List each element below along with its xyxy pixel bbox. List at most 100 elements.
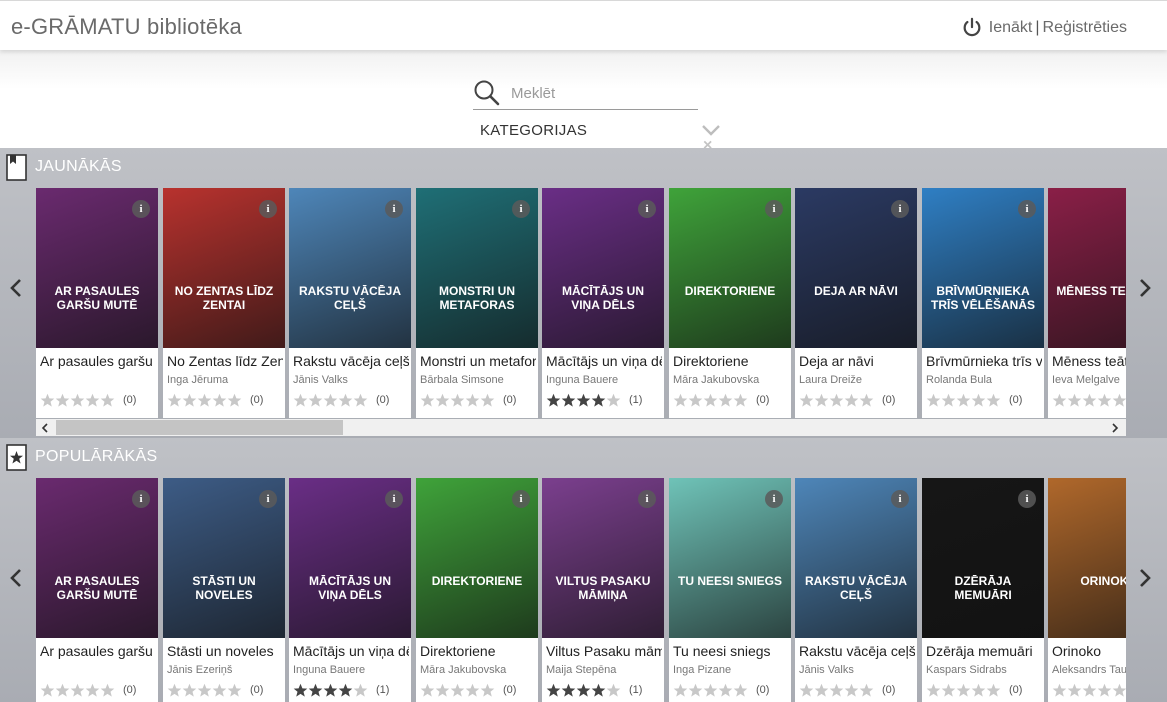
star-icon[interactable] bbox=[1052, 393, 1067, 408]
star-icon[interactable] bbox=[323, 683, 338, 698]
book-card[interactable]: VILTUS PASAKU MĀMIŅA i Viltus Pasaku māmiņ… bbox=[542, 478, 664, 702]
book-cover[interactable]: AR PASAULES GARŠU MUTĒ i bbox=[36, 188, 158, 348]
star-icon[interactable] bbox=[971, 393, 986, 408]
book-card[interactable]: AR PASAULES GARŠU MUTĒ i Ar pasaules garšu… bbox=[36, 188, 158, 418]
book-card[interactable]: MĀCĪTĀJS UN VIŅA DĒLS i Mācītājs un viņa d… bbox=[289, 478, 411, 702]
star-icon[interactable] bbox=[100, 683, 115, 698]
book-card[interactable]: ORINOKOi Orinoko Aleksandrs Tauriņš (0) bbox=[1048, 478, 1126, 702]
star-icon[interactable] bbox=[40, 683, 55, 698]
star-icon[interactable] bbox=[799, 393, 814, 408]
book-card[interactable]: MONSTRI UN METAFORAS i Monstri un metafora… bbox=[416, 188, 538, 418]
rating-stars[interactable] bbox=[420, 683, 495, 698]
star-icon[interactable] bbox=[435, 393, 450, 408]
rating-stars[interactable] bbox=[167, 393, 242, 408]
book-card[interactable]: RAKSTU VĀCĒJA CEĻŠ i Rakstu vācēja ceļš Jān… bbox=[795, 478, 917, 702]
power-icon[interactable] bbox=[961, 17, 983, 39]
book-cover[interactable]: DIREKTORIENE i bbox=[416, 478, 538, 638]
star-icon[interactable] bbox=[227, 393, 242, 408]
book-rating[interactable]: (0) bbox=[1052, 392, 1126, 408]
book-card[interactable]: DZĒRĀJA MEMUĀRI i Dzērāja memuāri Kaspars S… bbox=[922, 478, 1044, 702]
book-cover[interactable]: STĀSTI UN NOVELES i bbox=[163, 478, 285, 638]
rating-stars[interactable] bbox=[293, 683, 368, 698]
star-icon[interactable] bbox=[100, 393, 115, 408]
star-icon[interactable] bbox=[1082, 683, 1097, 698]
book-cover[interactable]: AR PASAULES GARŠU MUTĒ i bbox=[36, 478, 158, 638]
info-icon[interactable]: i bbox=[638, 200, 656, 218]
info-icon[interactable]: i bbox=[385, 490, 403, 508]
book-cover[interactable]: MONSTRI UN METAFORAS i bbox=[416, 188, 538, 348]
star-icon[interactable] bbox=[733, 393, 748, 408]
rating-stars[interactable] bbox=[546, 393, 621, 408]
rating-stars[interactable] bbox=[1052, 683, 1126, 698]
book-card[interactable]: DIREKTORIENE i Direktoriene Māra Jakubovska… bbox=[416, 478, 538, 702]
book-title[interactable]: Viltus Pasaku māmiņa bbox=[546, 643, 662, 659]
star-icon[interactable] bbox=[844, 393, 859, 408]
star-icon[interactable] bbox=[576, 683, 591, 698]
scroll-right-arrow[interactable] bbox=[1135, 564, 1155, 592]
rating-stars[interactable] bbox=[1052, 393, 1126, 408]
book-rating[interactable]: (0) bbox=[40, 682, 136, 698]
book-rating[interactable]: (0) bbox=[420, 392, 516, 408]
book-rating[interactable]: (0) bbox=[926, 682, 1022, 698]
star-icon[interactable] bbox=[480, 683, 495, 698]
star-icon[interactable] bbox=[1067, 683, 1082, 698]
scrollbar-right-icon[interactable] bbox=[1110, 423, 1120, 433]
star-icon[interactable] bbox=[353, 683, 368, 698]
book-card[interactable]: AR PASAULES GARŠU MUTĒ i Ar pasaules garšu… bbox=[36, 478, 158, 702]
star-icon[interactable] bbox=[167, 393, 182, 408]
info-icon[interactable]: i bbox=[512, 490, 530, 508]
star-icon[interactable] bbox=[227, 683, 242, 698]
star-icon[interactable] bbox=[182, 683, 197, 698]
star-icon[interactable] bbox=[688, 393, 703, 408]
book-cover[interactable]: MĀCĪTĀJS UN VIŅA DĒLS i bbox=[542, 188, 664, 348]
star-icon[interactable] bbox=[546, 393, 561, 408]
book-title[interactable]: Stāsti un noveles bbox=[167, 643, 283, 659]
book-title[interactable]: Tu neesi sniegs bbox=[673, 643, 789, 659]
rating-stars[interactable] bbox=[40, 683, 115, 698]
app-title[interactable]: e-GRĀMATU bibliotēka bbox=[11, 14, 242, 40]
star-icon[interactable] bbox=[561, 683, 576, 698]
star-icon[interactable] bbox=[182, 393, 197, 408]
book-title[interactable]: Mēness teātris bbox=[1052, 353, 1126, 369]
rating-stars[interactable] bbox=[673, 393, 748, 408]
search-input[interactable] bbox=[511, 82, 691, 104]
star-icon[interactable] bbox=[212, 683, 227, 698]
star-icon[interactable] bbox=[308, 393, 323, 408]
star-icon[interactable] bbox=[986, 683, 1001, 698]
book-title[interactable]: Orinoko bbox=[1052, 643, 1126, 659]
book-title[interactable]: Dzērāja memuāri bbox=[926, 643, 1042, 659]
scroll-right-arrow[interactable] bbox=[1135, 274, 1155, 302]
star-icon[interactable] bbox=[733, 683, 748, 698]
book-card[interactable]: STĀSTI UN NOVELES i Stāsti un noveles Jānis… bbox=[163, 478, 285, 702]
book-title[interactable]: Ar pasaules garšu mutē bbox=[40, 643, 156, 659]
star-icon[interactable] bbox=[1082, 393, 1097, 408]
star-icon[interactable] bbox=[85, 393, 100, 408]
star-icon[interactable] bbox=[1052, 683, 1067, 698]
star-icon[interactable] bbox=[561, 393, 576, 408]
star-icon[interactable] bbox=[308, 683, 323, 698]
star-icon[interactable] bbox=[1097, 683, 1112, 698]
book-cover[interactable]: RAKSTU VĀCĒJA CEĻŠ i bbox=[289, 188, 411, 348]
book-rating[interactable]: (0) bbox=[1052, 682, 1126, 698]
star-icon[interactable] bbox=[293, 683, 308, 698]
star-icon[interactable] bbox=[1097, 393, 1112, 408]
book-cover[interactable]: TU NEESI SNIEGS i bbox=[669, 478, 791, 638]
star-icon[interactable] bbox=[688, 683, 703, 698]
categories-dropdown[interactable]: KATEGORIJAS bbox=[480, 122, 587, 139]
book-cover[interactable]: DEJA AR NĀVI i bbox=[795, 188, 917, 348]
rating-stars[interactable] bbox=[926, 393, 1001, 408]
book-rating[interactable]: (0) bbox=[673, 682, 769, 698]
book-rating[interactable]: (0) bbox=[673, 392, 769, 408]
star-icon[interactable] bbox=[1112, 683, 1126, 698]
star-icon[interactable] bbox=[197, 393, 212, 408]
star-icon[interactable] bbox=[1067, 393, 1082, 408]
book-cover[interactable]: BRĪVMŪRNIEKA TRĪS VĒLĒŠANĀS i bbox=[922, 188, 1044, 348]
star-icon[interactable] bbox=[844, 683, 859, 698]
star-icon[interactable] bbox=[70, 683, 85, 698]
book-card[interactable]: TU NEESI SNIEGS i Tu neesi sniegs Inga Piza… bbox=[669, 478, 791, 702]
star-icon[interactable] bbox=[956, 683, 971, 698]
star-icon[interactable] bbox=[450, 393, 465, 408]
book-rating[interactable]: (0) bbox=[293, 392, 389, 408]
scroll-left-arrow[interactable] bbox=[6, 274, 26, 302]
info-icon[interactable]: i bbox=[1018, 200, 1036, 218]
